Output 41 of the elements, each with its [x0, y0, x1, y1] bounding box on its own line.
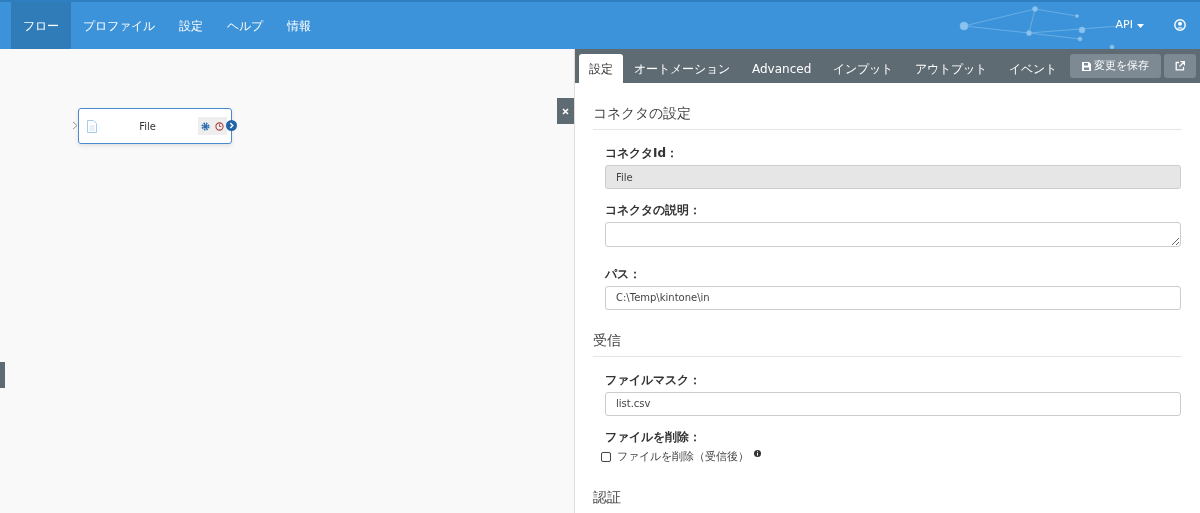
node-label: File — [138, 119, 157, 134]
close-button[interactable] — [557, 98, 574, 124]
section-heading: コネクタの設定 — [593, 103, 1182, 130]
nav-item[interactable]: ヘルプ — [215, 2, 275, 49]
field-label: ファイルマスク： — [605, 371, 702, 389]
save-icon — [1082, 61, 1091, 71]
tab[interactable]: 設定 — [579, 54, 623, 83]
external-link-button[interactable] — [1164, 54, 1196, 78]
caret-icon — [1137, 23, 1144, 28]
tab[interactable]: イベント — [998, 54, 1069, 83]
tab[interactable]: Advanced — [741, 54, 823, 83]
api-menu[interactable]: API — [1103, 2, 1156, 49]
close-icon — [562, 108, 569, 115]
info-icon[interactable] — [754, 450, 761, 458]
external-link-icon — [1175, 60, 1185, 71]
input-field[interactable]: list.csv — [605, 391, 1181, 416]
tab[interactable]: インプット — [822, 54, 905, 83]
clock-icon[interactable] — [215, 121, 224, 131]
save-button[interactable]: 変更を保存 — [1070, 54, 1161, 78]
connector-node[interactable]: File — [78, 108, 232, 144]
panel-handle[interactable] — [0, 362, 5, 388]
field-label: コネクタId： — [605, 145, 680, 162]
nav-item[interactable]: プロファイル — [71, 2, 167, 49]
nav-item[interactable]: 設定 — [167, 2, 215, 49]
input-field[interactable]: C:\Temp\kintone\in — [605, 285, 1181, 310]
field-label: ファイルを削除： — [605, 428, 702, 446]
tab[interactable]: アウトプット — [904, 54, 999, 83]
section-heading: 認証 — [593, 487, 1182, 513]
checkbox-label: ファイルを削除（受信後） — [617, 448, 749, 465]
file-icon — [87, 119, 97, 133]
nav-item[interactable]: フロー — [11, 2, 71, 49]
output-port-icon[interactable] — [226, 120, 237, 131]
input-port-icon[interactable] — [72, 121, 78, 130]
checkbox[interactable] — [601, 451, 611, 462]
tab[interactable]: オートメーション — [623, 54, 741, 83]
settings-icon[interactable] — [201, 121, 210, 131]
field-label: コネクタの説明： — [605, 202, 702, 219]
section-heading: 受信 — [593, 329, 1182, 357]
nav-item[interactable]: 情報 — [275, 2, 323, 49]
user-icon[interactable] — [1174, 19, 1186, 32]
field-label: パス： — [605, 265, 642, 283]
